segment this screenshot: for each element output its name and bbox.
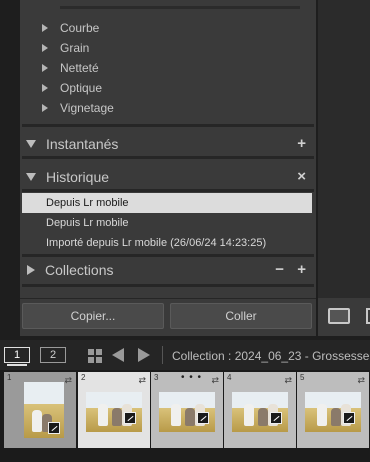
- right-panel-strip: [318, 0, 370, 298]
- section-collections-header[interactable]: Collections − +: [20, 258, 316, 282]
- expand-triangle-icon: [42, 84, 48, 92]
- panel-divider: [22, 284, 314, 287]
- filmstrip-toolbar: 1 2 Collection : 2024_06_23 - Grossesse …: [0, 340, 370, 370]
- thumbnail-index: 5: [300, 373, 305, 382]
- main-screen-button[interactable]: 1: [4, 347, 30, 366]
- photo-thumbnail: [159, 392, 215, 432]
- sync-icon: ⇄: [211, 375, 219, 385]
- panel-divider: [22, 254, 314, 257]
- edited-badge-icon: [124, 412, 136, 424]
- remove-collection-icon[interactable]: −: [275, 262, 284, 278]
- panel-item-grain[interactable]: Grain: [20, 38, 89, 58]
- secondary-screen-button[interactable]: 2: [40, 347, 66, 363]
- expand-triangle-icon: [42, 104, 48, 112]
- toolbar-divider: [162, 346, 163, 364]
- filmstrip-track: 1 ⇄ 2 ⇄ 3 • • • ⇄ 4 ⇄ 5 ⇄: [0, 372, 370, 454]
- sync-icon: ⇄: [138, 375, 146, 385]
- add-collection-icon[interactable]: +: [297, 262, 306, 278]
- section-history-header[interactable]: Historique ×: [20, 165, 316, 189]
- filmstrip-thumbnail[interactable]: 2 ⇄: [78, 372, 150, 448]
- collapse-arrow-icon: [26, 173, 36, 181]
- panel-item-label: Courbe: [60, 21, 100, 35]
- panel-item-label: Vignetage: [60, 101, 114, 115]
- edited-badge-icon: [197, 412, 209, 424]
- filmstrip: 1 ⇄ 2 ⇄ 3 • • • ⇄ 4 ⇄ 5 ⇄: [0, 370, 370, 462]
- copy-settings-button[interactable]: Copier...: [22, 303, 164, 329]
- photo-thumbnail: [86, 392, 142, 432]
- panel-item-label: Optique: [60, 81, 103, 95]
- photo-thumbnail: [232, 392, 288, 432]
- history-item[interactable]: Importé depuis Lr mobile (26/06/24 14:23…: [22, 233, 312, 253]
- panel-divider: [22, 156, 314, 159]
- section-title: Historique: [46, 169, 110, 185]
- paste-settings-button[interactable]: Coller: [170, 303, 312, 329]
- panel-item-optics[interactable]: Optique: [20, 78, 102, 98]
- filmstrip-thumbnail[interactable]: 4 ⇄: [224, 372, 296, 448]
- panel-item-sharpness[interactable]: Netteté: [20, 58, 99, 78]
- panel-item-curve[interactable]: Courbe: [20, 18, 99, 38]
- develop-right-panel: Courbe Grain Netteté Optique Vignetage I…: [20, 0, 316, 298]
- sync-icon: ⇄: [284, 375, 292, 385]
- add-snapshot-icon[interactable]: +: [297, 136, 306, 152]
- expand-triangle-icon: [42, 24, 48, 32]
- thumbnail-index: 4: [227, 373, 232, 382]
- edited-badge-icon: [48, 422, 60, 434]
- history-item[interactable]: Depuis Lr mobile: [22, 213, 312, 233]
- view-mode-bar: [318, 298, 370, 336]
- panel-divider: [22, 124, 314, 127]
- section-title: Collections: [45, 262, 114, 278]
- history-list: Depuis Lr mobile Depuis Lr mobile Import…: [22, 192, 314, 254]
- edited-badge-icon: [270, 412, 282, 424]
- compare-view-icon[interactable]: [366, 308, 370, 324]
- more-options-icon[interactable]: • • •: [181, 372, 202, 383]
- filmstrip-thumbnail[interactable]: 5 ⇄: [297, 372, 369, 448]
- sync-icon: ⇄: [357, 375, 365, 385]
- photo-thumbnail: [24, 382, 64, 438]
- thumbnail-index: 1: [7, 373, 12, 382]
- photo-thumbnail: [305, 392, 361, 432]
- thumbnail-index: 2: [81, 373, 86, 382]
- panel-item-label: Netteté: [60, 61, 99, 75]
- expand-arrow-icon: [27, 265, 35, 275]
- copy-paste-bar: Copier... Coller: [20, 298, 316, 336]
- panel-item-vignetting[interactable]: Vignetage: [20, 98, 114, 118]
- section-title: Instantanés: [46, 136, 119, 152]
- expand-triangle-icon: [42, 64, 48, 72]
- thumbnail-index: 3: [154, 373, 159, 382]
- edited-badge-icon: [343, 412, 355, 424]
- panel-divider: [60, 6, 300, 9]
- sync-icon: ⇄: [64, 375, 72, 385]
- filmstrip-thumbnail[interactable]: 3 • • • ⇄: [151, 372, 223, 448]
- clear-history-icon[interactable]: ×: [297, 169, 306, 185]
- collapse-arrow-icon: [26, 140, 36, 148]
- panel-item-label: Grain: [60, 41, 90, 55]
- history-item[interactable]: Depuis Lr mobile: [22, 193, 312, 213]
- back-arrow-icon[interactable]: [112, 348, 124, 362]
- section-snapshots-header[interactable]: Instantanés +: [20, 132, 316, 156]
- loupe-view-icon[interactable]: [328, 308, 350, 324]
- filmstrip-thumbnail[interactable]: 1 ⇄: [4, 372, 76, 448]
- grid-view-icon[interactable]: [88, 349, 102, 363]
- expand-triangle-icon: [42, 44, 48, 52]
- collection-breadcrumb[interactable]: Collection : 2024_06_23 - Grossesse A: [172, 349, 370, 363]
- forward-arrow-icon[interactable]: [138, 348, 150, 362]
